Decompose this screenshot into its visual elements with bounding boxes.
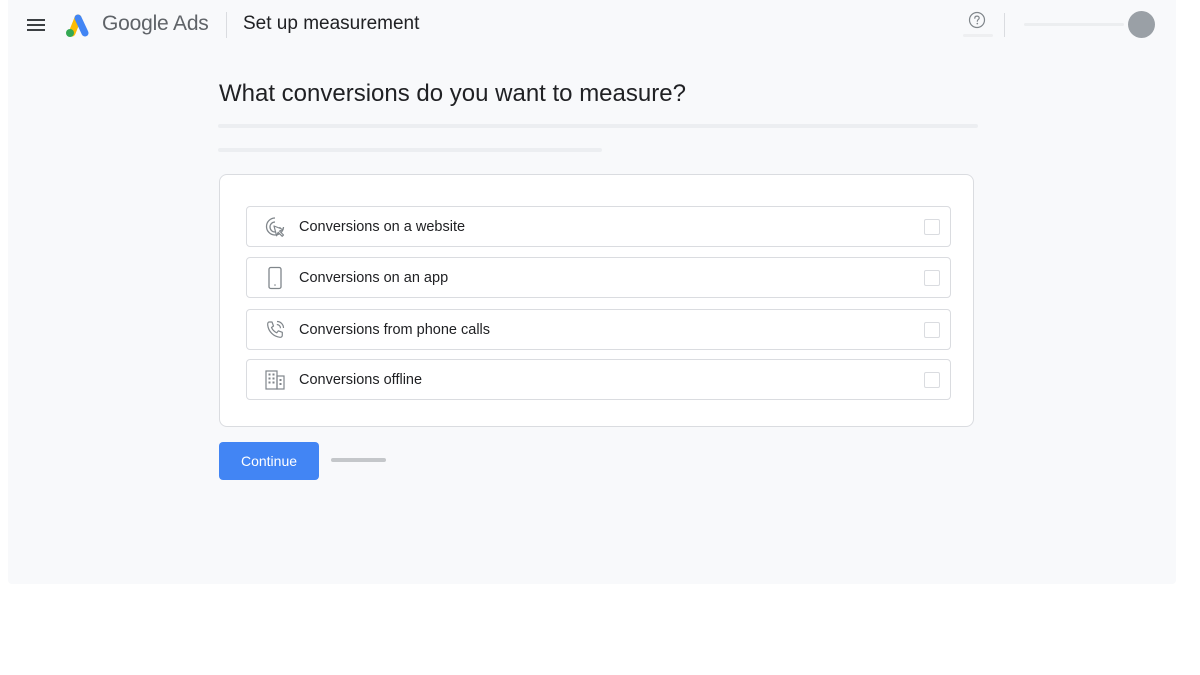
account-name-placeholder	[1024, 23, 1124, 26]
google-ads-logo	[62, 11, 92, 39]
cursor-click-icon	[263, 215, 287, 239]
brand-name: Google Ads	[102, 12, 209, 38]
hamburger-menu-icon	[27, 19, 45, 31]
brand-suffix: Ads	[168, 12, 209, 35]
secondary-action-placeholder[interactable]	[331, 458, 386, 462]
app-window: Google Ads Set up measurement What conve…	[8, 0, 1176, 584]
option-label: Conversions from phone calls	[299, 322, 491, 338]
help-circle-icon	[968, 11, 986, 29]
option-phone-call-conversions[interactable]: Conversions from phone calls	[246, 309, 951, 350]
account-avatar[interactable]	[1128, 11, 1155, 38]
description-placeholder-line	[218, 124, 978, 128]
conversion-options-card: Conversions on a website Conversions on …	[219, 174, 974, 427]
description-placeholder-line-short	[218, 148, 602, 152]
header-divider	[226, 12, 227, 38]
option-label: Conversions on an app	[299, 270, 449, 286]
option-app-conversions[interactable]: Conversions on an app	[246, 257, 951, 298]
option-checkbox[interactable]	[924, 322, 940, 338]
option-label: Conversions offline	[299, 372, 423, 388]
option-website-conversions[interactable]: Conversions on a website	[246, 206, 951, 247]
smartphone-icon	[263, 266, 287, 290]
phone-call-icon	[263, 318, 287, 342]
main-menu-button[interactable]	[24, 13, 48, 37]
section-question: What conversions do you want to measure?	[219, 80, 686, 107]
header-divider-right	[1004, 13, 1005, 37]
help-button[interactable]	[968, 11, 986, 29]
option-offline-conversions[interactable]: Conversions offline	[246, 359, 951, 400]
top-header: Google Ads Set up measurement	[8, 0, 1176, 50]
building-icon	[263, 368, 287, 392]
option-checkbox[interactable]	[924, 219, 940, 235]
option-label: Conversions on a website	[299, 219, 466, 235]
help-indicator	[963, 34, 993, 37]
continue-button[interactable]: Continue	[219, 442, 319, 480]
option-checkbox[interactable]	[924, 270, 940, 286]
brand-prefix: Google	[102, 12, 169, 35]
page-title: Set up measurement	[243, 13, 420, 34]
option-checkbox[interactable]	[924, 372, 940, 388]
